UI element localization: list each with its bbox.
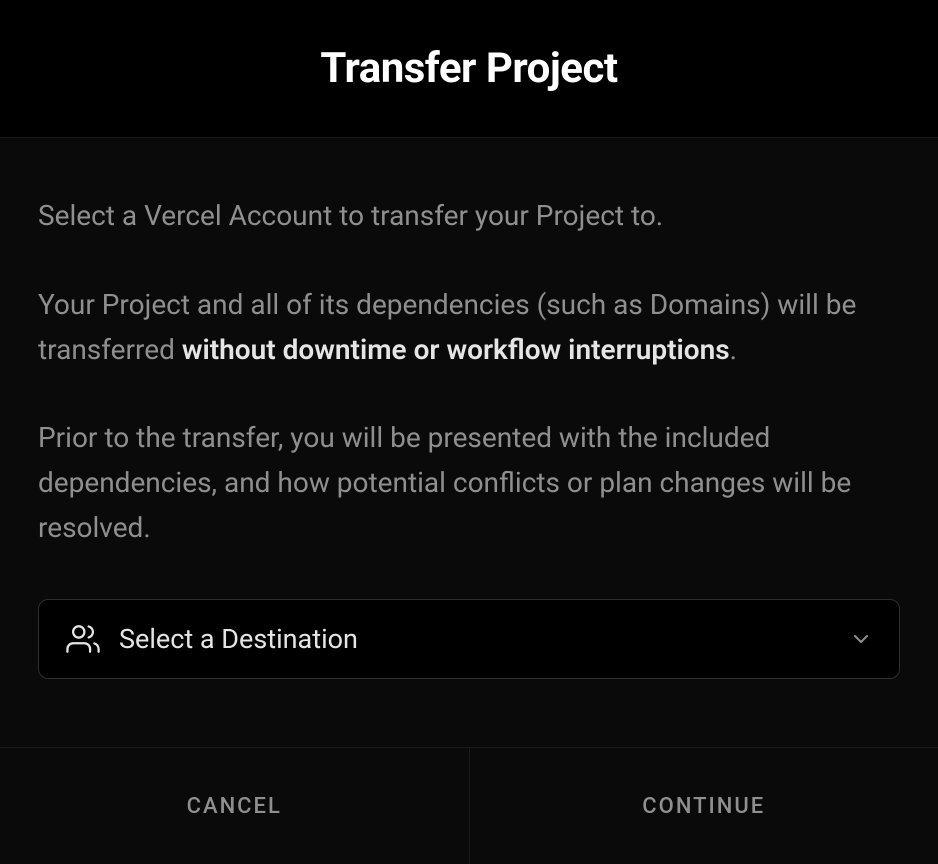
continue-button[interactable]: CONTINUE (470, 748, 938, 864)
destination-select-label: Select a Destination (119, 623, 849, 655)
description-line-2-part-c: . (730, 333, 737, 366)
description-line-2: Your Project and all of its dependencies… (38, 283, 900, 373)
cancel-button[interactable]: CANCEL (0, 748, 469, 864)
description-line-3: Prior to the transfer, you will be prese… (38, 416, 900, 550)
dialog-footer: CANCEL CONTINUE (0, 748, 938, 864)
transfer-project-dialog: Transfer Project Select a Vercel Account… (0, 0, 938, 864)
dialog-header: Transfer Project (0, 0, 938, 137)
destination-select[interactable]: Select a Destination (38, 599, 900, 679)
description-line-2-strong: without downtime or workflow interruptio… (182, 333, 730, 366)
people-icon (65, 621, 101, 657)
chevron-down-icon (849, 627, 873, 651)
dialog-body: Select a Vercel Account to transfer your… (0, 137, 938, 748)
dialog-title: Transfer Project (20, 44, 918, 93)
description-line-1: Select a Vercel Account to transfer your… (38, 194, 900, 239)
